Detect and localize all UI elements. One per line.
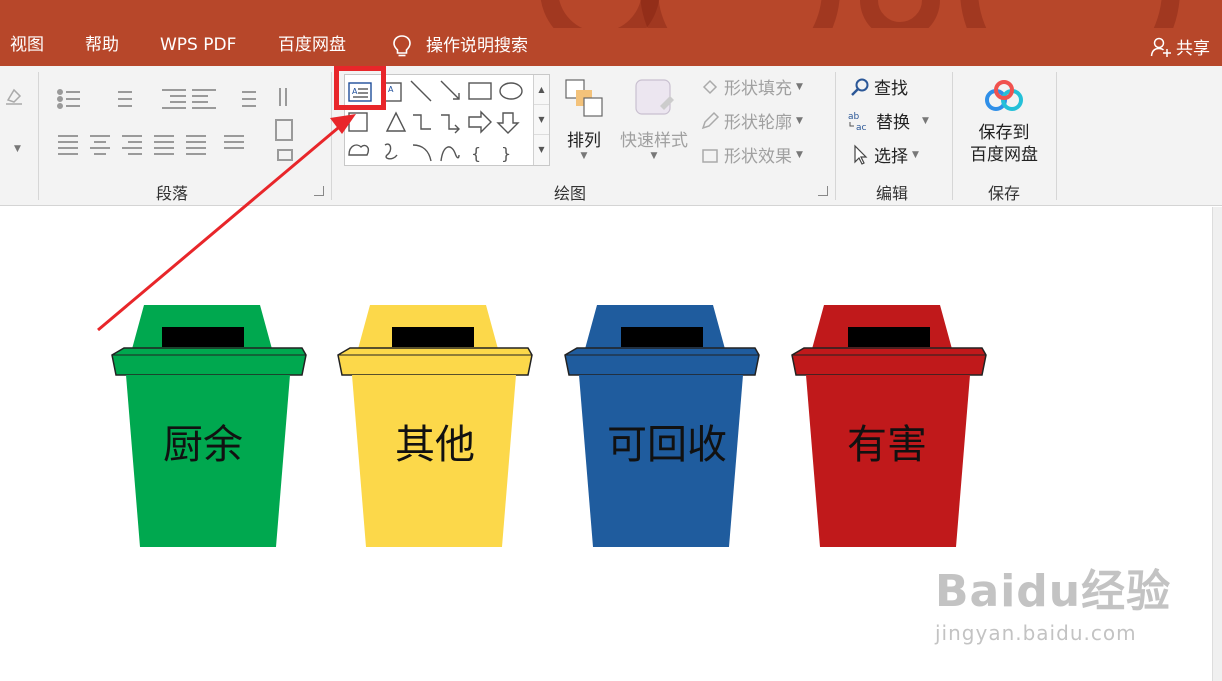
paragraph-tools[interactable] (56, 88, 326, 168)
replace-button[interactable]: ab ac 替换 ▼ (848, 108, 929, 134)
watermark-url: jingyan.baidu.com (935, 621, 1137, 645)
find-label: 查找 (874, 79, 908, 99)
group-separator (331, 72, 332, 200)
tell-me-search[interactable]: 操作说明搜索 (392, 34, 528, 58)
group-label-paragraph: 段落 (155, 184, 188, 203)
tab-help[interactable]: 帮助 (85, 34, 119, 56)
shape-outline-button[interactable]: 形状轮廓 ▼ (700, 108, 803, 133)
gallery-scroll-down[interactable]: ▼ (534, 105, 549, 135)
save-to-baidu-button[interactable]: 保存到 百度网盘 (962, 78, 1046, 174)
select-label: 选择 (874, 147, 908, 167)
tab-wps-pdf[interactable]: WPS PDF (160, 34, 236, 56)
drawing-dialog-launcher[interactable] (818, 186, 828, 196)
gallery-scroll-up[interactable]: ▲ (534, 75, 549, 105)
shape-outline-label: 形状轮廓 (724, 113, 792, 133)
paint-bucket-icon (702, 79, 718, 94)
bin-label-other: 其他 (395, 422, 475, 468)
svg-text:ac: ac (856, 123, 867, 132)
shape-effects-icon (702, 148, 718, 163)
ribbon: ▼ 段落 A A {} ▲ ▼ ▼ 排列 ▼ 快速样式 ▼ 形状填充 ▼ 形状… (0, 66, 1222, 206)
chevron-down-icon: ▼ (796, 81, 803, 92)
find-button[interactable]: 查找 (850, 74, 908, 99)
text-box-highlight (334, 66, 386, 110)
quick-styles-button[interactable]: 快速样式 ▼ (616, 76, 692, 172)
svg-text:ab: ab (848, 112, 860, 122)
title-decoration (640, 0, 840, 28)
shape-gallery-scrollbar[interactable]: ▲ ▼ ▼ (533, 75, 549, 165)
group-separator (835, 72, 836, 200)
menu-bar: 视图 帮助 WPS PDF 百度网盘 操作说明搜索 共享 (0, 28, 1222, 66)
chevron-down-icon: ▼ (912, 149, 919, 160)
bin-label-kitchen: 厨余 (163, 422, 243, 468)
shape-fill-label: 形状填充 (724, 79, 792, 99)
arrange-label: 排列 (567, 131, 601, 151)
share-person-icon (1150, 37, 1171, 57)
chevron-down-icon: ▼ (796, 149, 803, 160)
chevron-down-icon: ▼ (650, 151, 658, 161)
quick-styles-label: 快速样式 (620, 131, 688, 151)
group-label-editing: 编辑 (875, 184, 908, 203)
watermark-main: Baidu经验 (935, 566, 1172, 617)
chevron-down-icon: ▼ (580, 151, 588, 161)
replace-icon: ab ac (848, 112, 867, 132)
share-button[interactable]: 共享 (1150, 34, 1210, 59)
tell-me-label: 操作说明搜索 (426, 36, 528, 56)
gallery-more[interactable]: ▼ (534, 135, 549, 165)
group-label-save: 保存 (987, 184, 1020, 203)
baidu-cloud-icon (985, 80, 1023, 111)
vertical-scrollbar[interactable] (1212, 207, 1222, 681)
clear-format-icon[interactable] (4, 86, 24, 106)
group-separator (1056, 72, 1057, 200)
group-separator (38, 72, 39, 200)
lightbulb-icon (393, 35, 411, 57)
tab-baidu-netdisk[interactable]: 百度网盘 (278, 34, 346, 56)
svg-text:{: { (471, 144, 481, 163)
svg-text:}: } (501, 144, 511, 163)
group-label-drawing: 绘图 (553, 184, 586, 203)
group-separator (952, 72, 953, 200)
svg-text:A: A (388, 85, 394, 94)
chevron-down-icon: ▼ (922, 115, 929, 126)
share-label: 共享 (1176, 39, 1210, 59)
shape-effects-button[interactable]: 形状效果 ▼ (700, 142, 803, 167)
save-to-line1: 保存到 (978, 123, 1030, 143)
pencil-icon (701, 111, 720, 129)
shape-fill-button[interactable]: 形状填充 ▼ (700, 74, 803, 99)
tab-view[interactable]: 视图 (10, 34, 44, 56)
baidu-watermark: Baidu经验 jingyan.baidu.com (935, 555, 1171, 645)
title-bar (0, 0, 1222, 28)
shape-effects-label: 形状效果 (724, 147, 792, 167)
arrange-icon (565, 79, 603, 117)
select-button[interactable]: 选择 ▼ (852, 142, 919, 167)
title-decoration (860, 0, 940, 28)
save-to-line2: 百度网盘 (970, 145, 1038, 165)
search-icon (851, 78, 869, 96)
bin-label-recyclable: 可回收 (607, 422, 727, 468)
chevron-down-icon: ▼ (796, 115, 803, 126)
paragraph-dialog-launcher[interactable] (314, 186, 324, 196)
select-cursor-icon (854, 144, 868, 165)
chevron-down-icon[interactable]: ▼ (14, 144, 21, 154)
title-decoration (960, 0, 1180, 28)
quick-styles-icon (635, 79, 674, 115)
arrange-button[interactable]: 排列 ▼ (560, 76, 608, 172)
replace-label: 替换 (876, 113, 910, 133)
bin-label-hazardous: 有害 (847, 422, 927, 468)
